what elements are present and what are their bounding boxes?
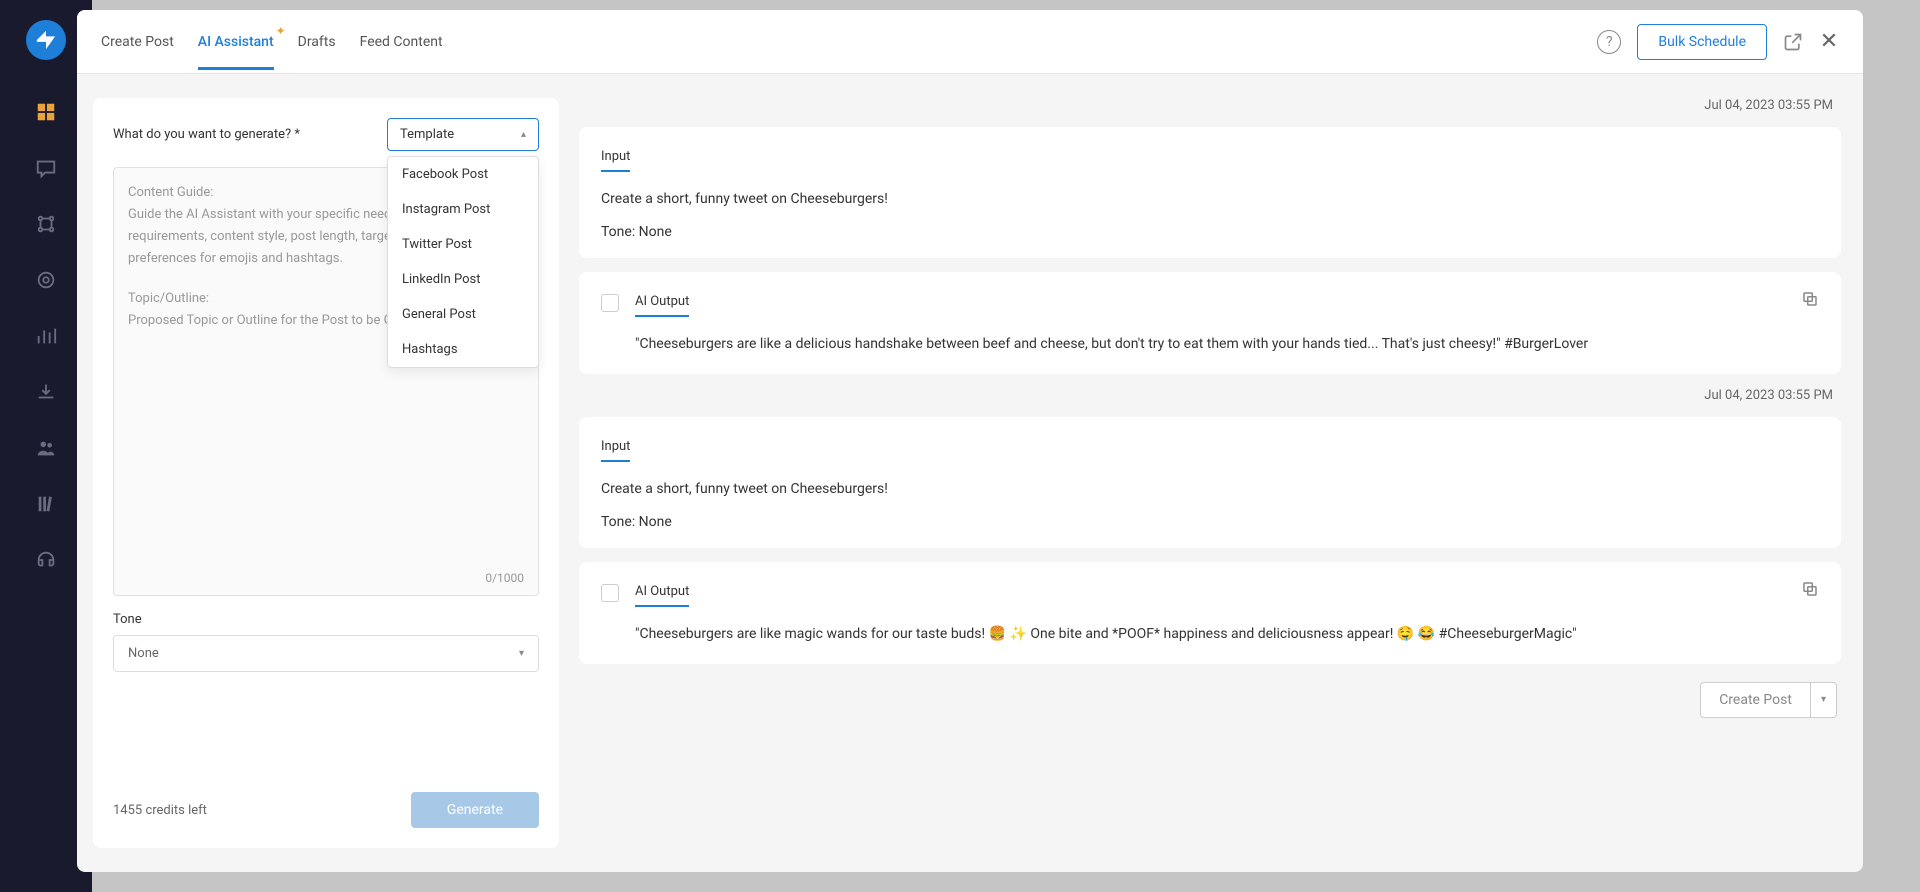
help-icon[interactable]: ?: [1597, 30, 1621, 54]
input-card: Input Create a short, funny tweet on Che…: [579, 127, 1841, 258]
template-option-hashtags[interactable]: Hashtags: [388, 332, 538, 367]
copy-icon[interactable]: [1801, 290, 1819, 308]
tone-section: Tone None ▾: [113, 612, 539, 672]
template-option-instagram[interactable]: Instagram Post: [388, 192, 538, 227]
input-badge: Input: [601, 439, 630, 462]
tone-select-value: None: [128, 646, 159, 661]
template-select-wrap: Template ▴ Facebook Post Instagram Post …: [387, 118, 539, 151]
chevron-down-icon: ▾: [1821, 694, 1826, 705]
template-option-facebook[interactable]: Facebook Post: [388, 157, 538, 192]
app-logo[interactable]: [26, 20, 66, 60]
card-content: Input Create a short, funny tweet on Che…: [601, 145, 1819, 240]
support-icon[interactable]: [32, 546, 60, 574]
bottom-bar: Create Post ▾: [579, 682, 1841, 718]
template-option-linkedin[interactable]: LinkedIn Post: [388, 262, 538, 297]
modal-header: Create Post AI Assistant ✦ Drafts Feed C…: [77, 10, 1863, 74]
output-checkbox[interactable]: [601, 584, 619, 602]
tab-ai-assistant[interactable]: AI Assistant ✦: [198, 14, 274, 70]
network-icon[interactable]: [32, 210, 60, 238]
prompt-label: What do you want to generate? *: [113, 127, 300, 142]
input-text: Create a short, funny tweet on Cheesebur…: [601, 188, 1819, 210]
tone-label: Tone: [113, 612, 539, 627]
create-post-dropdown-toggle[interactable]: ▾: [1810, 683, 1836, 717]
users-icon[interactable]: [32, 434, 60, 462]
tone-select[interactable]: None ▾: [113, 635, 539, 672]
output-badge: AI Output: [635, 294, 689, 317]
library-icon[interactable]: [32, 490, 60, 518]
timestamp: Jul 04, 2023 03:55 PM: [579, 98, 1841, 113]
template-option-twitter[interactable]: Twitter Post: [388, 227, 538, 262]
card-content: AI Output "Cheeseburgers are like magic …: [635, 580, 1785, 645]
tab-feed-content[interactable]: Feed Content: [360, 14, 443, 70]
output-card: AI Output "Cheeseburgers are like a deli…: [579, 272, 1841, 373]
left-footer: 1455 credits left Generate: [113, 792, 539, 828]
create-post-button[interactable]: Create Post: [1701, 683, 1810, 717]
char-count: 0/1000: [485, 571, 524, 585]
sparkle-icon: ✦: [276, 24, 286, 38]
download-icon[interactable]: [32, 378, 60, 406]
close-icon[interactable]: ✕: [1819, 32, 1839, 52]
input-text: Create a short, funny tweet on Cheesebur…: [601, 478, 1819, 500]
input-card: Input Create a short, funny tweet on Che…: [579, 417, 1841, 548]
modal-body: What do you want to generate? * Template…: [77, 74, 1863, 872]
template-select[interactable]: Template ▴: [387, 118, 539, 151]
left-panel: What do you want to generate? * Template…: [93, 98, 559, 848]
chat-icon[interactable]: [32, 154, 60, 182]
compose-modal: Create Post AI Assistant ✦ Drafts Feed C…: [77, 10, 1863, 872]
modal-tabs: Create Post AI Assistant ✦ Drafts Feed C…: [101, 14, 1597, 70]
right-panel: Jul 04, 2023 03:55 PM Input Create a sho…: [579, 98, 1847, 848]
chevron-up-icon: ▴: [521, 129, 526, 140]
reports-icon[interactable]: [32, 322, 60, 350]
output-text: "Cheeseburgers are like magic wands for …: [635, 623, 1785, 645]
output-checkbox[interactable]: [601, 294, 619, 312]
output-text: "Cheeseburgers are like a delicious hand…: [635, 333, 1785, 355]
output-card: AI Output "Cheeseburgers are like magic …: [579, 562, 1841, 663]
dashboard-icon[interactable]: [32, 98, 60, 126]
create-post-split-button: Create Post ▾: [1700, 682, 1837, 718]
template-dropdown: Facebook Post Instagram Post Twitter Pos…: [387, 156, 539, 368]
copy-icon[interactable]: [1801, 580, 1819, 598]
input-tone: Tone: None: [601, 514, 1819, 530]
card-content: AI Output "Cheeseburgers are like a deli…: [635, 290, 1785, 355]
template-select-value: Template: [400, 127, 454, 142]
export-icon[interactable]: [1783, 32, 1803, 52]
card-content: Input Create a short, funny tweet on Che…: [601, 435, 1819, 530]
credits-left: 1455 credits left: [113, 803, 207, 818]
generate-button[interactable]: Generate: [411, 792, 539, 828]
chevron-down-icon: ▾: [519, 648, 524, 659]
tab-drafts[interactable]: Drafts: [298, 14, 336, 70]
tab-create-post[interactable]: Create Post: [101, 14, 174, 70]
input-badge: Input: [601, 149, 630, 172]
tab-ai-assistant-label: AI Assistant: [198, 34, 274, 50]
timestamp: Jul 04, 2023 03:55 PM: [579, 388, 1841, 403]
bulk-schedule-button[interactable]: Bulk Schedule: [1637, 24, 1767, 60]
header-actions: ? Bulk Schedule ✕: [1597, 24, 1839, 60]
prompt-field-row: What do you want to generate? * Template…: [113, 118, 539, 151]
template-option-general[interactable]: General Post: [388, 297, 538, 332]
input-tone: Tone: None: [601, 224, 1819, 240]
target-icon[interactable]: [32, 266, 60, 294]
output-badge: AI Output: [635, 584, 689, 607]
